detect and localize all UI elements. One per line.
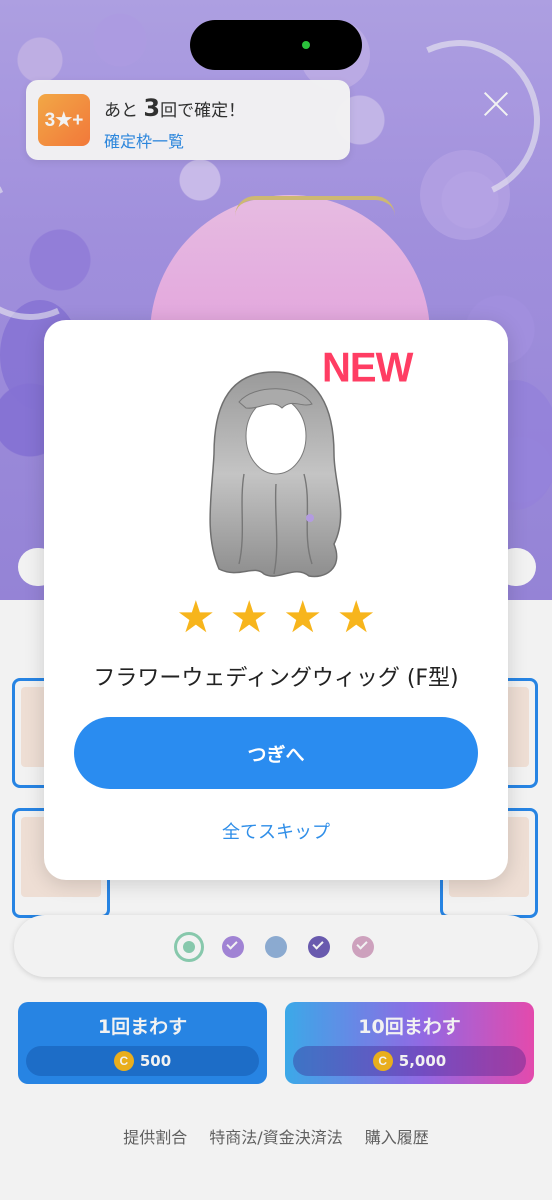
ribbon-decoration xyxy=(0,160,120,340)
spin-ten-button[interactable]: 10回まわす C 5,000 xyxy=(285,1002,534,1084)
flower-crown-decoration xyxy=(235,196,395,216)
spin-once-button[interactable]: 1回まわす C 500 xyxy=(18,1002,267,1084)
countdown-number: 3 xyxy=(143,94,161,122)
camera-indicator-dot xyxy=(302,41,310,49)
rates-link[interactable]: 提供割合 xyxy=(123,1124,187,1148)
camera-notch xyxy=(190,20,362,70)
check-icon xyxy=(226,938,238,950)
check-icon xyxy=(312,938,324,950)
spin-once-label: 1回まわす xyxy=(97,1016,188,1038)
guarantee-toast: 3★+ あと 3回で確定！ 確定枠一覧 xyxy=(26,80,350,160)
ribbon-decoration xyxy=(357,17,552,223)
star-icon: ★ xyxy=(176,592,216,643)
spin-once-price: C 500 xyxy=(26,1046,259,1076)
gacha-result-modal: NEW ★ ★ ★ ★ フラワーウェディングウィッグ (F型) つぎへ 全てスキ… xyxy=(44,320,508,880)
footer-links: 提供割合 特商法/資金決済法 購入履歴 xyxy=(0,1124,552,1148)
filter-dot-selected[interactable] xyxy=(174,932,204,962)
countdown-prefix: あと xyxy=(104,101,138,121)
coin-icon: C xyxy=(113,1051,134,1071)
price-value: 500 xyxy=(139,1052,172,1070)
price-value: 5,000 xyxy=(398,1052,447,1070)
guarantee-list-link[interactable]: 確定枠一覧 xyxy=(104,128,184,152)
countdown-suffix: 回で確定！ xyxy=(160,101,246,121)
star-icon: ★ xyxy=(336,592,376,643)
check-icon xyxy=(356,938,368,950)
item-name: フラワーウェディングウィッグ (F型) xyxy=(93,666,459,691)
wig-item-image xyxy=(209,371,342,578)
rarity-badge-icon: 3★+ xyxy=(38,94,90,146)
filter-dot-blue[interactable] xyxy=(265,936,287,958)
history-link[interactable]: 購入履歴 xyxy=(365,1124,429,1148)
star-icon: ★ xyxy=(229,592,269,643)
filter-dot-purple[interactable] xyxy=(222,936,244,958)
rarity-stars: ★ ★ ★ ★ xyxy=(44,596,508,640)
star-icon: ★ xyxy=(283,592,323,643)
legal-link[interactable]: 特商法/資金決済法 xyxy=(209,1124,342,1148)
spin-ten-label: 10回まわす xyxy=(358,1016,461,1038)
next-button[interactable]: つぎへ xyxy=(74,717,478,789)
guarantee-countdown: あと 3回で確定！ xyxy=(104,94,245,122)
filter-dot-pink[interactable] xyxy=(352,936,374,958)
spin-ten-price: C 5,000 xyxy=(293,1046,526,1076)
skip-all-link[interactable]: 全てスキップ xyxy=(44,818,508,844)
close-icon[interactable] xyxy=(480,88,512,120)
color-filter-bar xyxy=(14,915,538,977)
coin-icon: C xyxy=(372,1051,393,1071)
filter-dot-dark-purple[interactable] xyxy=(308,936,330,958)
